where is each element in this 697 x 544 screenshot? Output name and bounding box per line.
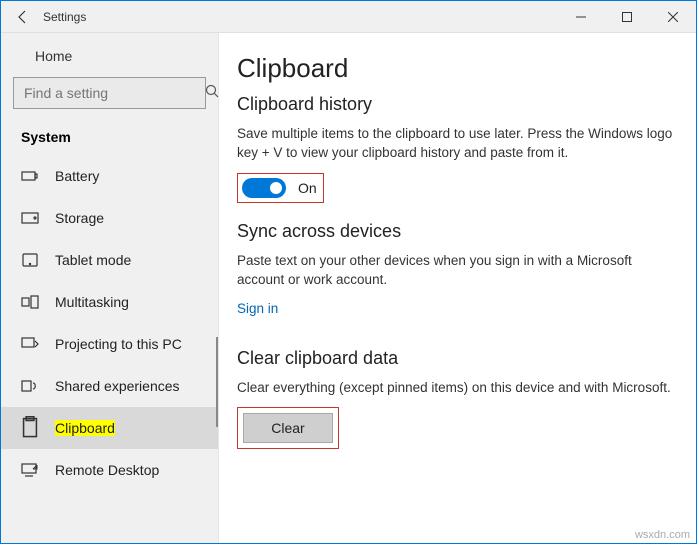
sidebar-item-label: Clipboard bbox=[55, 420, 115, 436]
search-input-wrap[interactable] bbox=[13, 77, 206, 109]
sidebar-item-label: Tablet mode bbox=[55, 252, 131, 268]
close-button[interactable] bbox=[650, 1, 696, 33]
storage-icon bbox=[21, 209, 39, 227]
tablet-icon bbox=[21, 251, 39, 269]
sidebar-item-home[interactable]: Home bbox=[1, 37, 218, 77]
sidebar-item-shared-experiences[interactable]: Shared experiences bbox=[1, 365, 218, 407]
attribution-text: wsxdn.com bbox=[635, 529, 690, 541]
section-history-heading: Clipboard history bbox=[237, 94, 682, 115]
sidebar-item-label: Battery bbox=[55, 168, 99, 184]
minimize-button[interactable] bbox=[558, 1, 604, 33]
sidebar-item-tablet-mode[interactable]: Tablet mode bbox=[1, 239, 218, 281]
section-clear-heading: Clear clipboard data bbox=[237, 348, 682, 369]
titlebar: Settings bbox=[1, 1, 696, 33]
section-sync-desc: Paste text on your other devices when yo… bbox=[237, 252, 682, 290]
search-icon bbox=[205, 84, 219, 103]
sidebar-item-label: Remote Desktop bbox=[55, 462, 159, 478]
clear-button[interactable]: Clear bbox=[243, 413, 333, 443]
sidebar-item-label: Shared experiences bbox=[55, 378, 180, 394]
sidebar-item-label: Multitasking bbox=[55, 294, 129, 310]
sidebar-item-storage[interactable]: Storage bbox=[1, 197, 218, 239]
sidebar: Home System Battery Storage Tablet mode bbox=[1, 33, 219, 543]
sidebar-item-multitasking[interactable]: Multitasking bbox=[1, 281, 218, 323]
projecting-icon bbox=[21, 335, 39, 353]
history-toggle-row: On bbox=[237, 173, 324, 203]
sign-in-link[interactable]: Sign in bbox=[237, 301, 278, 316]
remote-desktop-icon bbox=[21, 461, 39, 479]
section-history-desc: Save multiple items to the clipboard to … bbox=[237, 125, 682, 163]
history-toggle[interactable] bbox=[242, 178, 286, 198]
sidebar-item-projecting[interactable]: Projecting to this PC bbox=[1, 323, 218, 365]
section-sync-heading: Sync across devices bbox=[237, 221, 682, 242]
maximize-button[interactable] bbox=[604, 1, 650, 33]
window-title: Settings bbox=[43, 10, 86, 24]
clipboard-icon bbox=[21, 419, 39, 437]
shared-icon bbox=[21, 377, 39, 395]
sidebar-item-label: Projecting to this PC bbox=[55, 336, 182, 352]
sidebar-item-label: Storage bbox=[55, 210, 104, 226]
search-input[interactable] bbox=[24, 85, 205, 101]
home-label: Home bbox=[35, 48, 72, 64]
multitasking-icon bbox=[21, 293, 39, 311]
history-toggle-label: On bbox=[298, 180, 317, 196]
battery-icon bbox=[21, 167, 39, 185]
sidebar-item-clipboard[interactable]: Clipboard bbox=[1, 407, 218, 449]
sidebar-item-remote-desktop[interactable]: Remote Desktop bbox=[1, 449, 218, 491]
clear-button-highlight: Clear bbox=[237, 407, 339, 449]
page-title: Clipboard bbox=[237, 53, 682, 84]
section-clear-desc: Clear everything (except pinned items) o… bbox=[237, 379, 682, 398]
sidebar-group-title: System bbox=[1, 129, 218, 155]
content-area: Clipboard Clipboard history Save multipl… bbox=[219, 33, 696, 543]
back-icon[interactable] bbox=[15, 9, 31, 25]
sidebar-item-battery[interactable]: Battery bbox=[1, 155, 218, 197]
scrollbar-thumb[interactable] bbox=[216, 337, 218, 427]
